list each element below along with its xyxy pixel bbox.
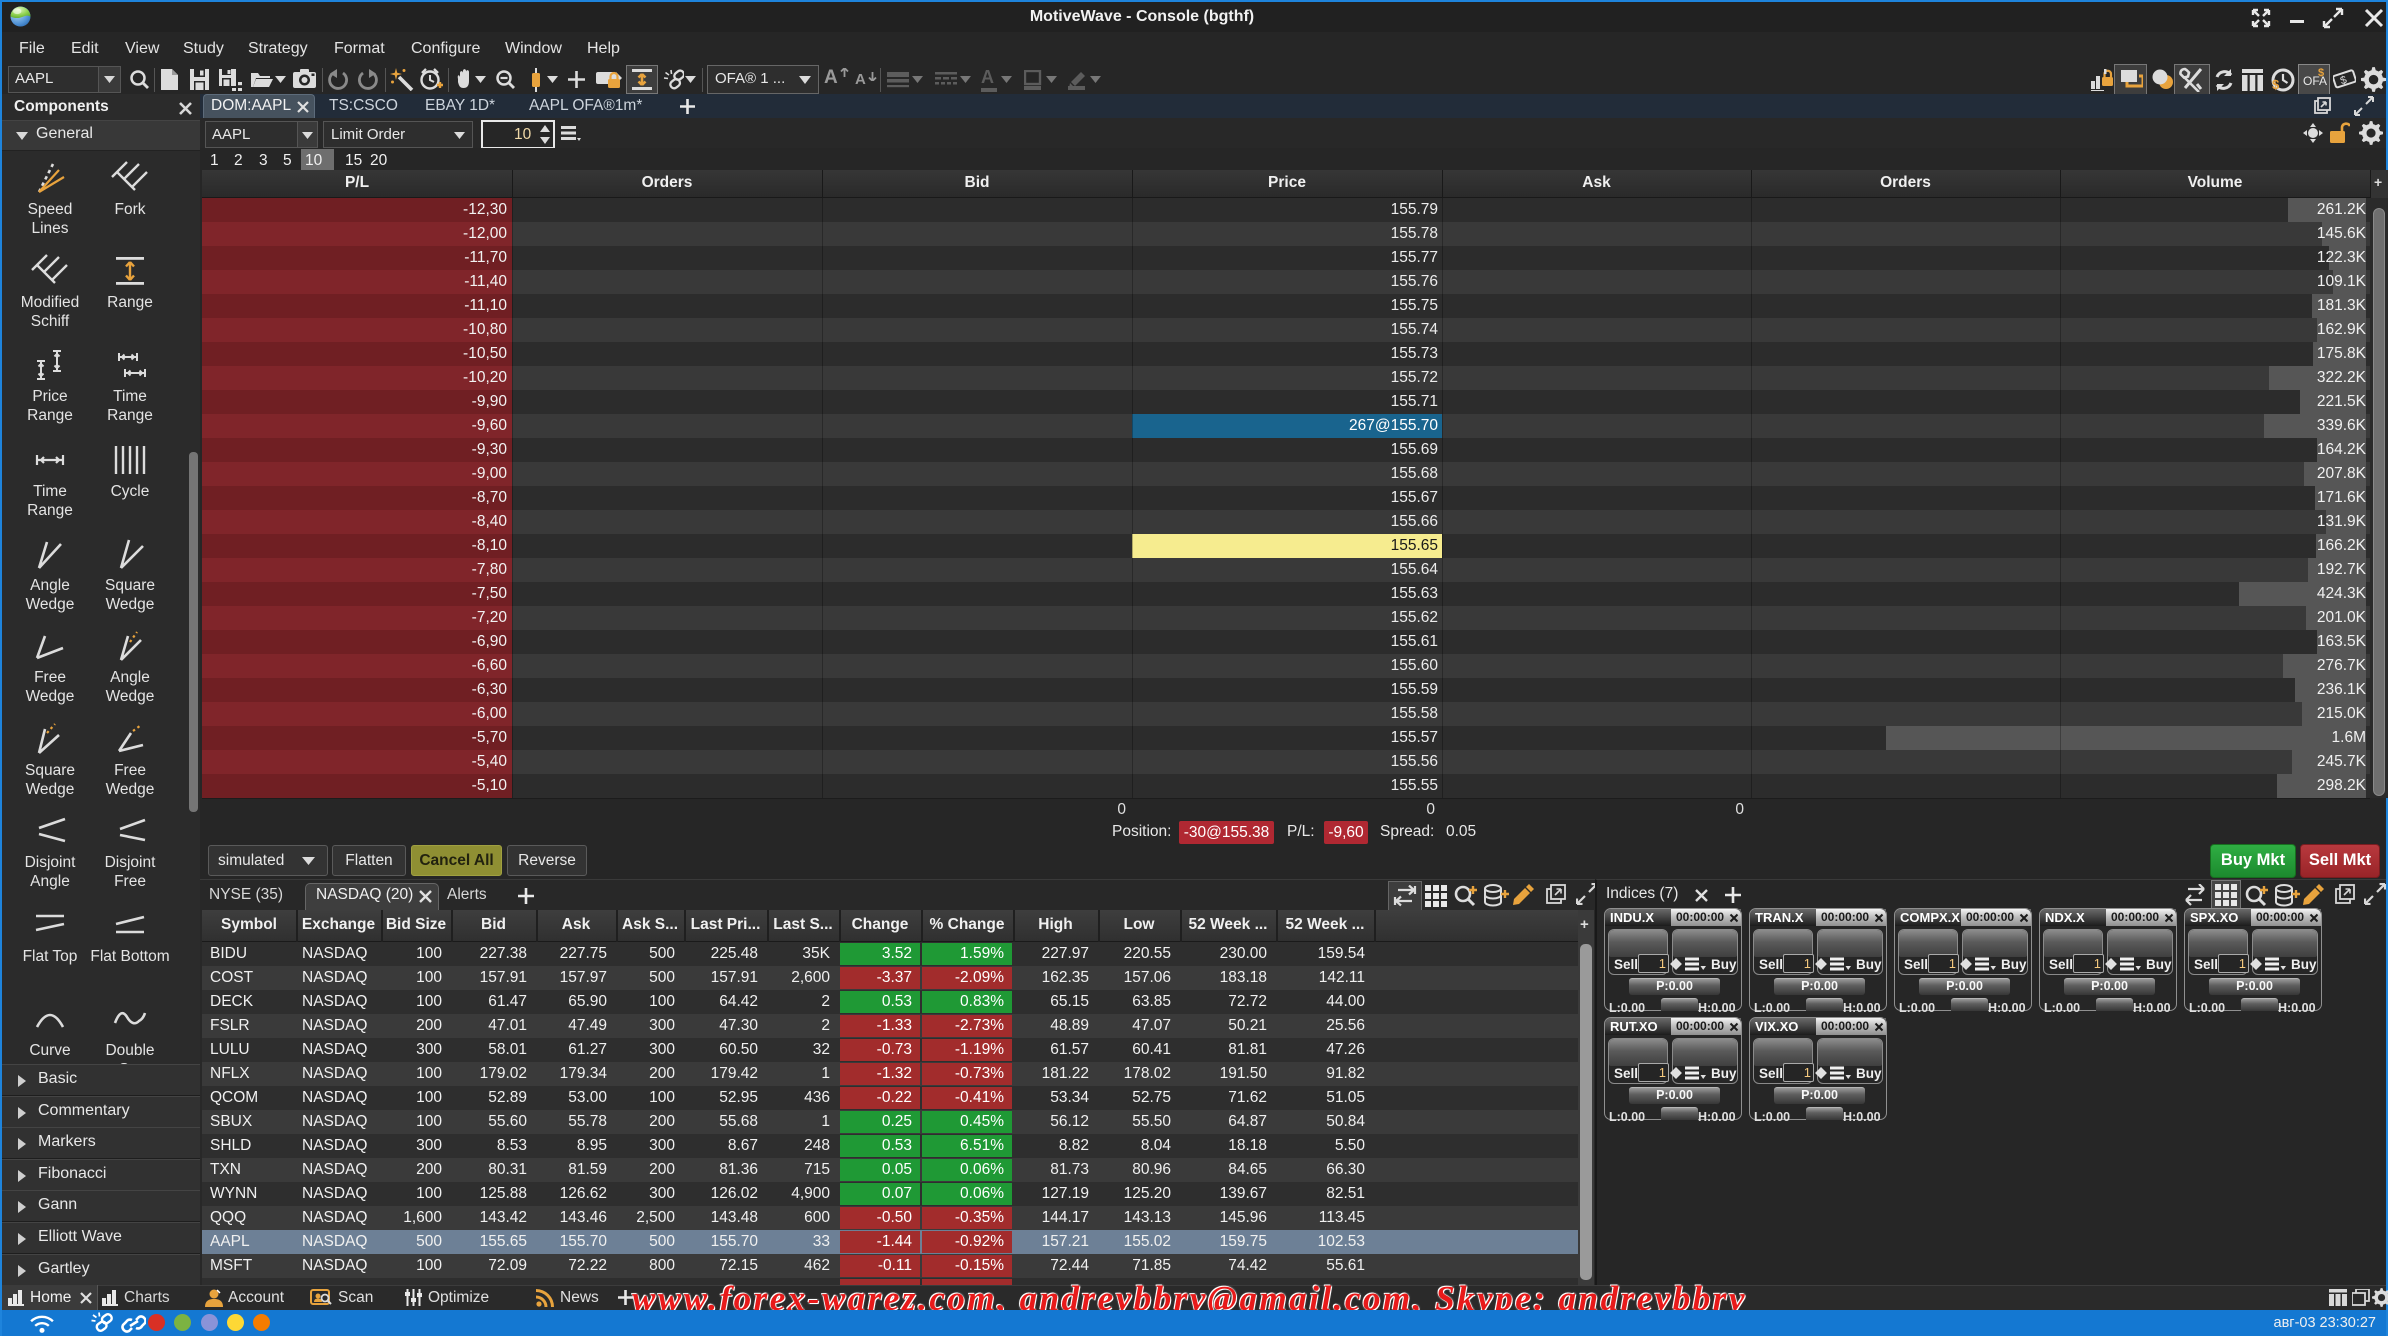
svg-text:$: $ (2272, 77, 2280, 92)
svg-text:$: $ (2339, 74, 2349, 87)
